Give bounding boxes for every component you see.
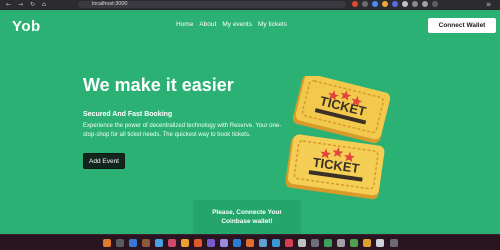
app-icon[interactable] xyxy=(376,239,384,247)
app-icon[interactable] xyxy=(220,239,228,247)
taskbar xyxy=(0,234,500,250)
app-icon[interactable] xyxy=(155,239,163,247)
reload-icon[interactable]: ↻ xyxy=(30,1,35,8)
app-icon[interactable] xyxy=(207,239,215,247)
nav-home[interactable]: Home xyxy=(176,21,193,28)
hero-title: We make it easier xyxy=(83,75,234,95)
app-icon[interactable] xyxy=(142,239,150,247)
app-icon[interactable] xyxy=(311,239,319,247)
nav-my-events[interactable]: My events xyxy=(222,21,252,28)
logo[interactable]: Yob xyxy=(12,18,41,35)
nav-my-tickets[interactable]: My tickets xyxy=(258,21,287,28)
app-icon[interactable] xyxy=(363,239,371,247)
back-icon[interactable]: ← xyxy=(6,1,11,8)
connect-wallet-button[interactable]: Connect Wallet xyxy=(428,18,496,33)
menu-icon[interactable]: ≡ xyxy=(486,1,491,8)
app-icon[interactable] xyxy=(168,239,176,247)
telegram-icon[interactable] xyxy=(272,239,280,247)
vlc-icon[interactable] xyxy=(181,239,189,247)
app-icon[interactable] xyxy=(116,239,124,247)
app-icon[interactable] xyxy=(129,239,137,247)
home-icon[interactable]: ⌂ xyxy=(42,1,46,8)
brave-icon[interactable] xyxy=(194,239,202,247)
app-icon[interactable] xyxy=(246,239,254,247)
download-icon[interactable] xyxy=(412,1,418,7)
extension-icon[interactable] xyxy=(372,1,378,7)
app-icon[interactable] xyxy=(259,239,267,247)
apps-grid-icon[interactable] xyxy=(390,239,398,247)
vscode-icon[interactable] xyxy=(233,239,241,247)
profile-icon[interactable] xyxy=(432,1,438,7)
tickets-illustration: TICKET TICKET xyxy=(285,76,391,200)
forward-icon[interactable]: → xyxy=(18,1,23,8)
puzzle-icon[interactable] xyxy=(402,1,408,7)
hero-description: Experience the power of decentralized te… xyxy=(83,123,282,138)
extension-icon[interactable] xyxy=(392,1,398,7)
browser-toolbar: ← → ↻ ⌂ localhost:3000 ≡ xyxy=(0,0,500,9)
hero-subtitle: Secured And Fast Booking xyxy=(83,111,173,118)
app-icon[interactable] xyxy=(298,239,306,247)
main-nav: Home About My events My tickets xyxy=(176,21,287,28)
add-event-button[interactable]: Add Event xyxy=(83,153,125,169)
app-icon[interactable] xyxy=(285,239,293,247)
brave-icon[interactable] xyxy=(352,1,358,7)
app-icon[interactable] xyxy=(324,239,332,247)
extension-icon[interactable] xyxy=(362,1,368,7)
extension-icon[interactable] xyxy=(382,1,388,7)
page-body: Yob Home About My events My tickets Conn… xyxy=(0,10,500,234)
wallet-notice: Please, Connecte Your Coinbase wallet! xyxy=(193,200,301,234)
app-icon[interactable] xyxy=(337,239,345,247)
app-icon[interactable] xyxy=(103,239,111,247)
address-text: localhost:3000 xyxy=(92,1,128,7)
sidebar-icon[interactable] xyxy=(422,1,428,7)
app-icon[interactable] xyxy=(350,239,358,247)
nav-about[interactable]: About xyxy=(199,21,216,28)
